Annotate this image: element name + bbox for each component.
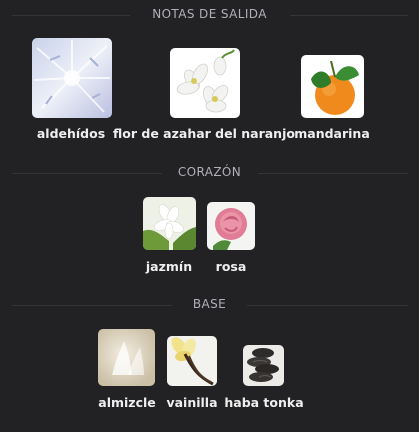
note-label: haba tonka — [224, 395, 304, 410]
top-notes-section: NOTAS DE SALIDA — [0, 6, 419, 26]
tangerine-icon — [301, 55, 364, 118]
section-header: CORAZÓN — [0, 164, 419, 184]
note-label: rosa — [215, 259, 247, 274]
musk-icon — [98, 329, 155, 386]
tonka-bean-icon — [243, 345, 284, 386]
note-label: mandarina — [294, 126, 370, 141]
section-header: NOTAS DE SALIDA — [0, 6, 419, 26]
jasmine-icon — [143, 197, 196, 250]
note-label: aldehídos — [36, 126, 106, 141]
note-label: jazmín — [145, 259, 193, 274]
note-label: vainilla — [166, 395, 218, 410]
frost-icon — [32, 38, 112, 118]
base-notes-section: BASE — [0, 296, 419, 316]
section-title: NOTAS DE SALIDA — [152, 7, 267, 21]
section-title: CORAZÓN — [177, 165, 242, 179]
rose-icon — [207, 202, 255, 250]
vanilla-icon — [167, 336, 217, 386]
section-header: BASE — [0, 296, 419, 316]
orange-blossom-icon — [170, 48, 240, 118]
section-title: BASE — [192, 297, 227, 311]
note-label: almizcle — [98, 395, 156, 410]
note-label: flor de azahar del naranjo — [113, 126, 295, 141]
heart-notes-section: CORAZÓN — [0, 164, 419, 184]
